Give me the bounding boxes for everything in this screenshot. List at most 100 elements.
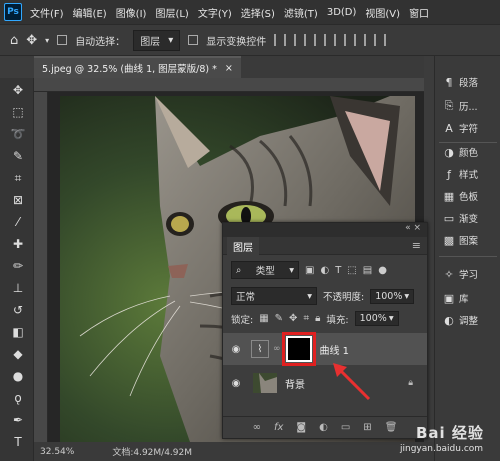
library-icon: ▣ (443, 291, 455, 305)
show-transform-checkbox[interactable] (188, 35, 199, 45)
tools-panel: ✥ ⬚ ➰ ✎ ⌗ ⊠ ⁄ ✚ ✏ ⊥ ↺ ◧ ◆ ● ǫ ✒ T (0, 78, 34, 461)
filter-adjustment-icon[interactable]: ◐ (320, 265, 329, 276)
align-left-icon[interactable] (274, 34, 287, 46)
paint-bucket-icon[interactable]: ◆ (10, 346, 26, 362)
move-tool-icon[interactable]: ✥ (26, 33, 37, 48)
new-adjustment-layer-icon[interactable]: ◐ (319, 422, 328, 433)
curves-adjustment-icon[interactable]: ⌇ (251, 340, 269, 358)
history-brush-icon[interactable]: ↺ (10, 302, 26, 318)
panel-adjustments[interactable]: ◐ 调整 (443, 312, 478, 328)
layer-filter-dropdown[interactable]: ⌕ 类型 ▾ (231, 261, 299, 279)
menu-3d[interactable]: 3D(D) (327, 7, 357, 18)
panel-swatches[interactable]: ▦ 色板 (443, 188, 478, 204)
opacity-value: 100% (375, 290, 403, 302)
auto-select-checkbox[interactable] (57, 35, 68, 45)
menu-select[interactable]: 选择(S) (241, 5, 275, 20)
add-mask-icon[interactable]: ◙ (296, 422, 306, 433)
fx-icon[interactable]: fx (274, 422, 283, 433)
move-tool-icon[interactable]: ✥ (10, 82, 26, 98)
auto-select-target-dropdown[interactable]: 图层 ▾ (133, 29, 181, 51)
type-tool-icon[interactable]: T (10, 434, 26, 450)
filter-type-icon[interactable]: T (335, 265, 341, 276)
blur-tool-icon[interactable]: ● (10, 368, 26, 384)
align-center-icon[interactable] (294, 34, 307, 46)
dodge-tool-icon[interactable]: ǫ (10, 390, 26, 406)
panel-color[interactable]: ◑ 颜色 (443, 144, 478, 160)
panel-gradients[interactable]: ▭ 渐变 (443, 210, 478, 226)
pilcrow-icon: ¶ (445, 75, 453, 89)
quick-select-tool-icon[interactable]: ✎ (10, 148, 26, 164)
panel-libraries[interactable]: ▣ 库 (443, 290, 469, 306)
frame-tool-icon[interactable]: ⊠ (10, 192, 26, 208)
menu-edit[interactable]: 编辑(E) (73, 5, 107, 20)
baidu-watermark: Bai 经验 jingyan.baidu.com (394, 420, 500, 461)
home-icon[interactable]: ⌂ (10, 33, 18, 48)
panel-patterns[interactable]: ▩ 图案 (443, 232, 478, 248)
filter-shape-icon[interactable]: ⬚ (347, 265, 356, 276)
lock-all-icon[interactable]: 🔒︎ (315, 313, 320, 324)
layer-name[interactable]: 背景 (285, 376, 305, 391)
panel-history[interactable]: ⎘ 历... (443, 98, 478, 114)
filter-toggle-icon[interactable]: ● (378, 265, 387, 276)
layer-mask-thumbnail[interactable] (281, 332, 316, 366)
lock-artboard-icon[interactable]: ⌗ (303, 313, 309, 324)
new-layer-icon[interactable]: ⊞ (363, 422, 371, 433)
color-icon: ◑ (444, 145, 454, 159)
fill-field[interactable]: 100% ▾ (354, 311, 399, 326)
panel-learn[interactable]: ✧ 学习 (443, 266, 478, 282)
eye-icon[interactable]: ◉ (223, 344, 249, 355)
new-group-icon[interactable]: ▭ (341, 422, 350, 433)
menu-filter[interactable]: 滤镜(T) (284, 5, 318, 20)
menu-file[interactable]: 文件(F) (30, 5, 64, 20)
opacity-field[interactable]: 100% ▾ (370, 288, 415, 304)
panel-paragraph[interactable]: ¶ 段落 (443, 74, 479, 90)
document-tab[interactable]: 5.jpeg @ 32.5% (曲线 1, 图层蒙版/8) * × (34, 56, 241, 78)
chevron-down-icon[interactable]: ▾ (45, 36, 49, 45)
menu-window[interactable]: 窗口 (409, 5, 429, 20)
filter-pixel-icon[interactable]: ▣ (305, 265, 314, 276)
lock-position-icon[interactable]: ✥ (289, 313, 297, 324)
lasso-tool-icon[interactable]: ➰ (10, 126, 26, 142)
menu-image[interactable]: 图像(I) (116, 5, 147, 20)
annotation-arrow (333, 363, 371, 401)
align-middle-icon[interactable] (354, 34, 367, 46)
healing-brush-icon[interactable]: ✚ (10, 236, 26, 252)
menu-bar: Ps 文件(F) 编辑(E) 图像(I) 图层(L) 文字(Y) 选择(S) 滤… (0, 0, 500, 24)
link-layers-icon[interactable]: ∞ (253, 422, 261, 433)
eye-icon[interactable]: ◉ (223, 378, 249, 389)
lock-transparent-icon[interactable]: ▦ (259, 313, 268, 324)
menu-type[interactable]: 文字(Y) (198, 5, 232, 20)
adjustments-icon: ◐ (444, 313, 454, 327)
tab-layers[interactable]: 图层 (227, 237, 259, 255)
zoom-readout[interactable]: 32.54% (40, 447, 74, 457)
filter-smart-object-icon[interactable]: ▤ (363, 265, 372, 276)
right-panel-dock: ¶ 段落 ⎘ 历... A 字符 ◑ 颜色 ƒ 样式 ▦ 色板 ▭ 渐变 ▩ 图案 ✧ 学习 ▣ 库… (434, 56, 500, 461)
distribute-icon[interactable] (374, 34, 387, 46)
options-bar: ⌂ ✥ ▾ 自动选择： 图层 ▾ 显示变换控件 (0, 24, 500, 56)
collapse-icon[interactable]: « × (405, 223, 421, 233)
chevron-down-icon: ▾ (307, 290, 312, 302)
eraser-tool-icon[interactable]: ◧ (10, 324, 26, 340)
panel-styles[interactable]: ƒ 样式 (443, 166, 478, 182)
horizontal-ruler (34, 78, 424, 92)
panel-menu-icon[interactable]: ≡ (412, 239, 421, 252)
pen-tool-icon[interactable]: ✒ (10, 412, 26, 428)
eyedropper-tool-icon[interactable]: ⁄ (10, 214, 26, 230)
blend-mode-dropdown[interactable]: 正常 ▾ (231, 287, 317, 305)
close-icon[interactable]: × (225, 63, 233, 74)
background-thumbnail (253, 373, 277, 393)
lock-label: 锁定: (231, 314, 254, 326)
menu-view[interactable]: 视图(V) (365, 5, 400, 20)
link-icon[interactable]: ∞ (273, 344, 281, 354)
marquee-tool-icon[interactable]: ⬚ (10, 104, 26, 120)
clone-stamp-icon[interactable]: ⊥ (10, 280, 26, 296)
align-right-icon[interactable] (314, 34, 327, 46)
lock-icon: 🔒︎ (408, 378, 413, 388)
layers-panel-titlebar[interactable]: « × (223, 223, 427, 237)
brush-tool-icon[interactable]: ✏ (10, 258, 26, 274)
menu-layer[interactable]: 图层(L) (155, 5, 188, 20)
lock-pixels-icon[interactable]: ✎ (275, 313, 283, 324)
align-top-icon[interactable] (334, 34, 347, 46)
panel-character[interactable]: A 字符 (443, 120, 478, 136)
crop-tool-icon[interactable]: ⌗ (10, 170, 26, 186)
